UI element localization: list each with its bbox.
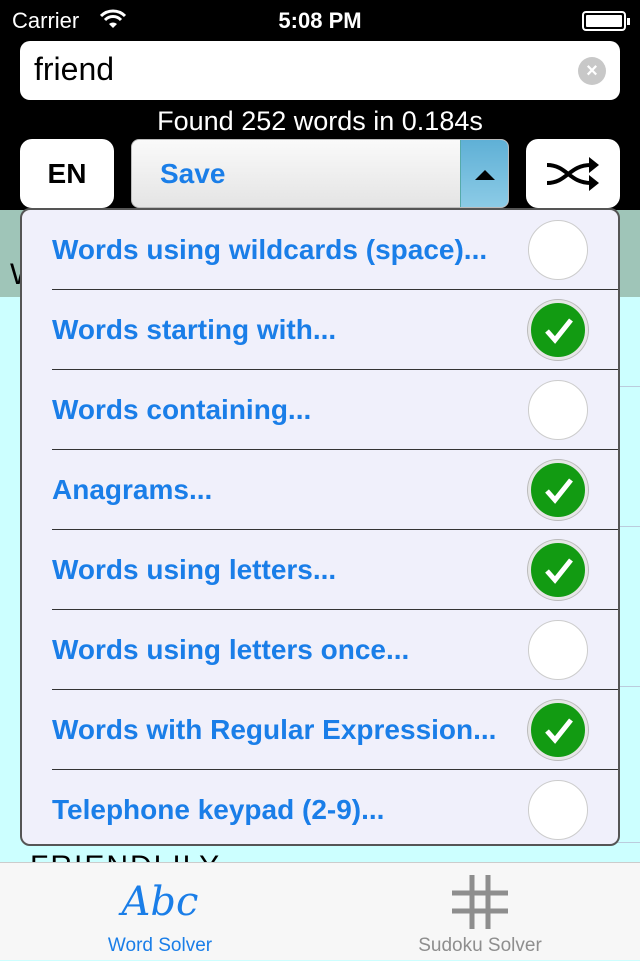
checkmark-icon[interactable] — [528, 300, 588, 360]
menu-item-label: Words using wildcards (space)... — [52, 234, 488, 265]
shuffle-button[interactable] — [526, 139, 620, 208]
menu-item-regex[interactable]: Words with Regular Expression... — [52, 690, 618, 770]
menu-item-label: Words starting with... — [52, 314, 337, 345]
empty-circle-icon[interactable] — [528, 780, 588, 840]
menu-item-using-letters[interactable]: Words using letters... — [52, 530, 618, 610]
clear-circle-icon[interactable]: × — [578, 57, 606, 85]
checkmark-icon[interactable] — [528, 540, 588, 600]
menu-item-label: Telephone keypad (2-9)... — [52, 794, 385, 825]
status-bar: Carrier 5:08 PM — [0, 0, 640, 40]
tab-label: Word Solver — [107, 935, 213, 956]
menu-item-anagrams[interactable]: Anagrams... — [52, 450, 618, 530]
tab-word-solver[interactable]: Abc Word Solver — [0, 863, 320, 961]
checkmark-icon[interactable] — [528, 460, 588, 520]
caret-up-icon[interactable] — [460, 140, 508, 207]
grid-hash-icon — [320, 873, 640, 931]
menu-item-telephone[interactable]: Telephone keypad (2-9)... — [52, 770, 618, 844]
empty-circle-icon[interactable] — [528, 220, 588, 280]
empty-circle-icon[interactable] — [528, 380, 588, 440]
search-input[interactable] — [34, 51, 574, 88]
result-summary: Found 252 words in 0.184s — [157, 106, 483, 136]
search-field[interactable]: × — [20, 41, 620, 100]
shuffle-icon — [546, 157, 599, 191]
clock: 5:08 PM — [278, 8, 362, 33]
menu-item-letters-once[interactable]: Words using letters once... — [52, 610, 618, 690]
tab-sudoku-solver[interactable]: Sudoku Solver — [320, 863, 640, 961]
tab-label: Sudoku Solver — [418, 935, 542, 956]
menu-item-starting-with[interactable]: Words starting with... — [52, 290, 618, 370]
menu-item-label: Words containing... — [52, 394, 312, 425]
checkmark-icon[interactable] — [528, 700, 588, 760]
menu-item-label: Words with Regular Expression... — [52, 714, 497, 745]
battery-icon — [582, 11, 630, 31]
mode-select-value: Save — [160, 158, 226, 189]
empty-circle-icon[interactable] — [528, 620, 588, 680]
menu-item-label: Words using letters once... — [52, 634, 410, 665]
menu-item-wildcards[interactable]: Words using wildcards (space)... — [52, 210, 618, 290]
menu-item-containing[interactable]: Words containing... — [52, 370, 618, 450]
abc-icon: Abc — [121, 879, 199, 925]
mode-select[interactable]: Save — [131, 139, 509, 208]
menu-item-label: Words using letters... — [52, 554, 337, 585]
top-bar: Carrier 5:08 PM × Found 252 words in 0.1… — [0, 0, 640, 210]
tab-bar: Abc Word Solver Sudoku Solver — [0, 862, 640, 960]
language-button[interactable]: EN — [20, 139, 114, 208]
menu-item-label: Anagrams... — [52, 474, 213, 505]
search-mode-menu: Words using wildcards (space)... Words s… — [20, 208, 620, 846]
